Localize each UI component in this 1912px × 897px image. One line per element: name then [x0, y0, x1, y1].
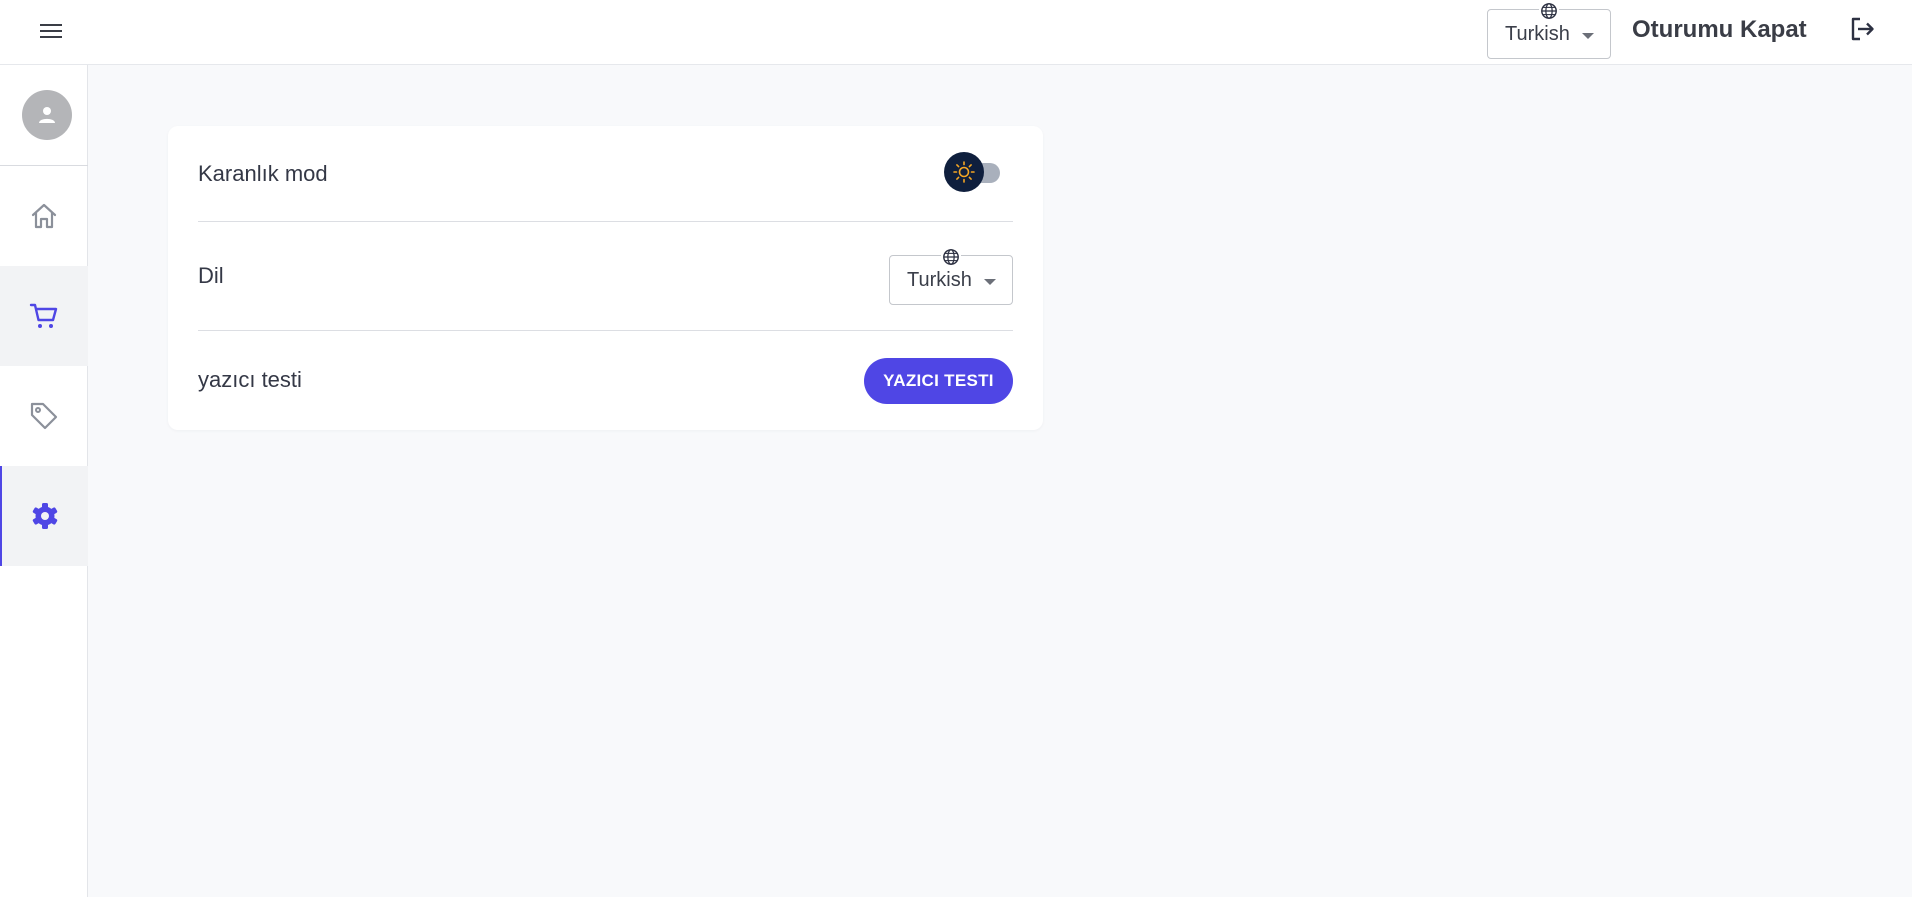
- user-icon: [39, 107, 55, 123]
- logout-button[interactable]: Oturumu Kapat: [1632, 16, 1807, 44]
- language-select-value: Turkish: [907, 269, 972, 291]
- home-icon: [31, 203, 57, 229]
- sidebar-item-settings[interactable]: [0, 466, 88, 566]
- globe-icon: [941, 247, 961, 267]
- settings-card: Karanlık mod Dil Turkish yazıcı testi YA…: [168, 126, 1043, 430]
- top-bar: Turkish Oturumu Kapat: [0, 0, 1912, 65]
- language-label: Dil: [198, 263, 224, 288]
- language-select-value: Turkish: [1505, 23, 1570, 45]
- toggle-knob: [944, 152, 984, 192]
- avatar[interactable]: [22, 90, 72, 140]
- hamburger-menu-icon: [40, 24, 62, 38]
- sidebar-item-tags[interactable]: [0, 366, 88, 466]
- logout-icon[interactable]: [1847, 14, 1877, 44]
- sun-icon: [953, 161, 975, 183]
- header-language-select[interactable]: Turkish: [1487, 1, 1611, 59]
- globe-icon: [1539, 1, 1559, 21]
- dark-mode-label: Karanlık mod: [198, 161, 328, 186]
- chevron-down-icon: [984, 279, 996, 285]
- sidebar-item-cart[interactable]: [0, 266, 88, 366]
- cart-icon: [29, 303, 58, 328]
- settings-language-select[interactable]: Turkish: [889, 247, 1013, 305]
- sidebar: [0, 65, 88, 897]
- hamburger-menu-button[interactable]: [35, 17, 67, 45]
- gear-icon: [32, 503, 58, 529]
- chevron-down-icon: [1582, 33, 1594, 39]
- tag-icon: [30, 402, 58, 430]
- dark-mode-toggle[interactable]: [944, 152, 1008, 192]
- row-divider: [198, 221, 1013, 222]
- printer-test-button[interactable]: YAZICI TESTI: [864, 358, 1013, 404]
- printer-test-label: yazıcı testi: [198, 367, 302, 392]
- row-divider: [198, 330, 1013, 331]
- sidebar-item-home[interactable]: [0, 166, 88, 266]
